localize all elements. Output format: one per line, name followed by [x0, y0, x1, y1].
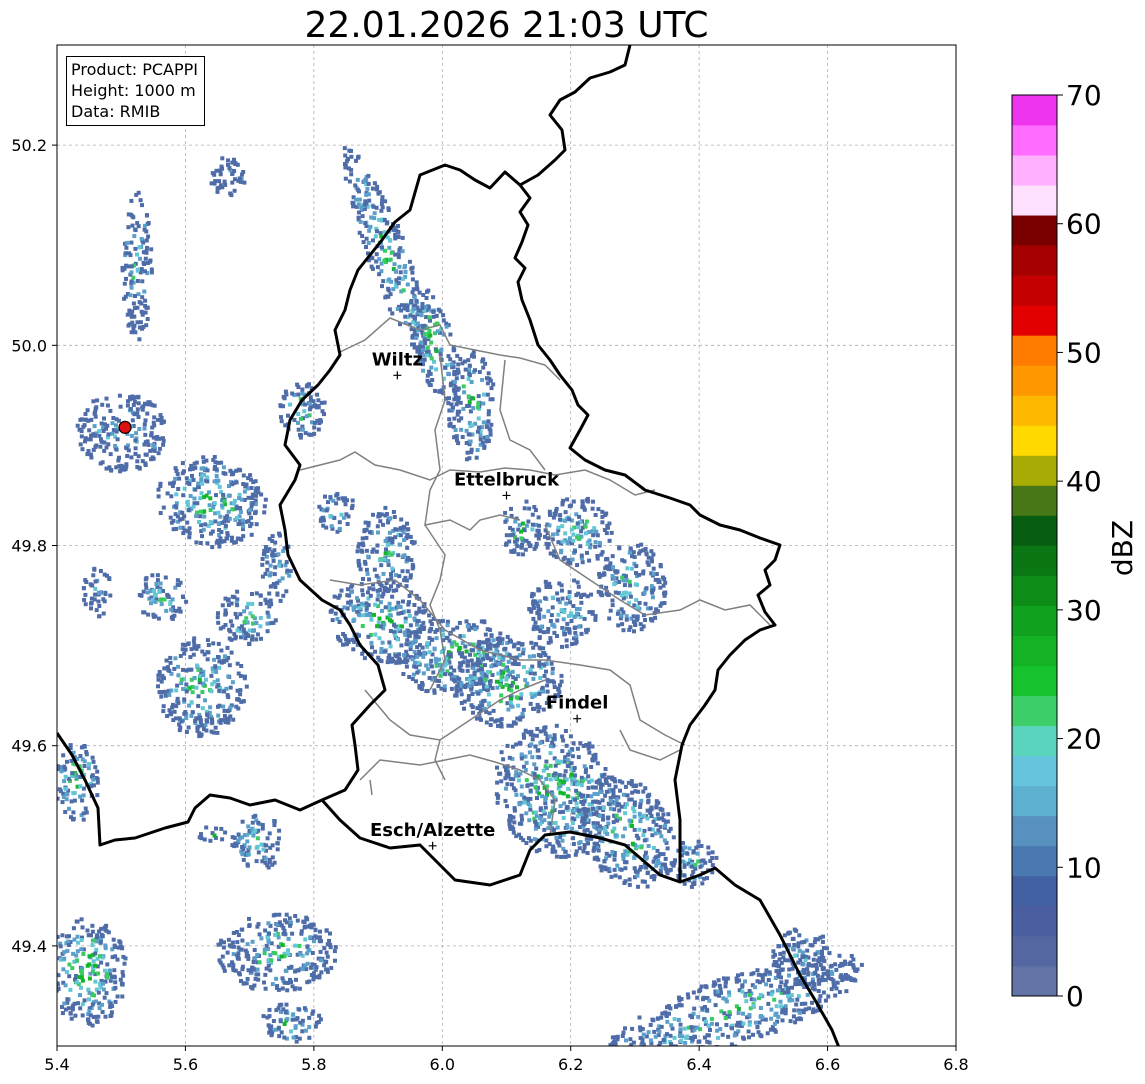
colorbar-tick-label: 30: [1066, 594, 1102, 627]
colorbar-bin: [1012, 545, 1057, 576]
colorbar-bin: [1012, 365, 1057, 396]
colorbar-bin: [1012, 215, 1057, 246]
colorbar-bin: [1012, 815, 1057, 847]
colorbar-tick-label: 70: [1066, 79, 1102, 112]
colorbar-tick-label: 20: [1066, 723, 1102, 756]
colorbar-bin: [1012, 905, 1057, 937]
colorbar-tick-label: 0: [1066, 980, 1084, 1013]
colorbar-bin: [1012, 125, 1057, 156]
colorbar-bin: [1012, 155, 1057, 186]
colorbar-bin: [1012, 305, 1057, 336]
colorbar-bins: [1012, 95, 1057, 997]
colorbar-ticks: 0 10 20 30 40 50 60 70: [1057, 79, 1102, 1013]
colorbar-bin: [1012, 935, 1057, 967]
colorbar-bin: [1012, 515, 1057, 546]
colorbar-tick-label: 10: [1066, 851, 1102, 884]
colorbar-bin: [1012, 245, 1057, 276]
colorbar-bin: [1012, 635, 1057, 667]
colorbar-bin: [1012, 965, 1057, 997]
colorbar-bin: [1012, 425, 1057, 456]
colorbar-tick-label: 50: [1066, 336, 1102, 369]
colorbar-bin: [1012, 665, 1057, 697]
colorbar-bin: [1012, 575, 1057, 606]
colorbar-bin: [1012, 95, 1057, 126]
colorbar-bin: [1012, 455, 1057, 486]
colorbar-bin: [1012, 185, 1057, 216]
colorbar-bin: [1012, 875, 1057, 907]
colorbar-bin: [1012, 755, 1057, 787]
colorbar: 0 10 20 30 40 50 60 70 dBZ: [1011, 79, 1139, 1013]
colorbar-bin: [1012, 695, 1057, 727]
colorbar-bin: [1012, 395, 1057, 426]
colorbar-label: dBZ: [1106, 520, 1139, 576]
colorbar-bin: [1012, 335, 1057, 366]
colorbar-bin: [1012, 485, 1057, 516]
colorbar-bin: [1012, 725, 1057, 757]
colorbar-bin: [1012, 845, 1057, 877]
colorbar-bin: [1012, 275, 1057, 306]
colorbar-tick-label: 60: [1066, 208, 1102, 241]
colorbar-bin: [1012, 785, 1057, 817]
colorbar-tick-label: 40: [1066, 465, 1102, 498]
colorbar-bin: [1012, 605, 1057, 636]
